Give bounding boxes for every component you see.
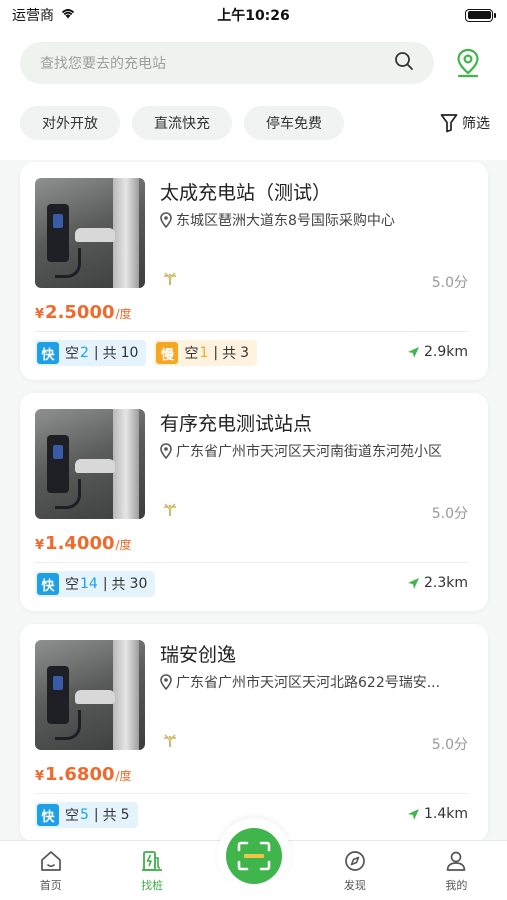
location-icon bbox=[160, 212, 172, 228]
station-rating: 5.0分 bbox=[431, 506, 468, 522]
station-photo bbox=[35, 640, 145, 750]
divider bbox=[35, 793, 468, 794]
search-icon[interactable] bbox=[394, 51, 414, 75]
charger-slots: 快 空 5 | 共 5 bbox=[35, 802, 138, 828]
divider bbox=[35, 562, 468, 563]
station-card[interactable]: 有序充电测试站点 广东省广州市天河区天河南街道东河苑小区 5.0分 ¥ 1.40… bbox=[20, 393, 488, 611]
sparkle-icon bbox=[160, 732, 180, 754]
search-input[interactable]: 查找您要去的充电站 bbox=[20, 42, 434, 84]
station-price: ¥ 2.5000 /度 bbox=[35, 302, 132, 323]
station-card[interactable]: 瑞安创逸 广东省广州市天河区天河北路622号瑞安... 5.0分 ¥ 1.680… bbox=[20, 624, 488, 842]
station-rating: 5.0分 bbox=[431, 737, 468, 753]
home-icon bbox=[40, 851, 61, 871]
station-photo bbox=[35, 178, 145, 288]
map-pin-icon bbox=[457, 48, 479, 78]
scan-icon bbox=[237, 841, 271, 871]
location-icon bbox=[160, 674, 172, 690]
station-name: 瑞安创逸 bbox=[160, 644, 237, 666]
station-photo bbox=[35, 409, 145, 519]
wifi-icon bbox=[60, 7, 76, 23]
map-location-button[interactable] bbox=[452, 46, 484, 80]
search-placeholder: 查找您要去的充电站 bbox=[40, 56, 166, 72]
navigation-arrow-icon bbox=[407, 346, 419, 358]
charger-slots: 快 空 14 | 共 30 bbox=[35, 571, 156, 597]
station-address: 广东省广州市天河区天河北路622号瑞安... bbox=[160, 672, 475, 692]
location-icon bbox=[160, 443, 172, 459]
sparkle-icon bbox=[160, 270, 180, 292]
station-distance: 2.9km bbox=[407, 344, 468, 360]
filter-button[interactable]: 筛选 bbox=[440, 113, 490, 133]
tab-find-charger[interactable]: 找桩 bbox=[101, 841, 202, 900]
slow-charger-slot: 慢 空 1 | 共 3 bbox=[154, 340, 258, 366]
funnel-icon bbox=[440, 114, 458, 133]
filter-chip-free-parking[interactable]: 停车免费 bbox=[244, 106, 344, 140]
station-card[interactable]: 太成充电站（测试） 东城区琶洲大道东8号国际采购中心 5.0分 ¥ 2.5000… bbox=[20, 162, 488, 380]
status-bar: 运营商 上午10:26 bbox=[0, 0, 507, 30]
charger-slots: 快 空 2 | 共 10 慢 空 1 | 共 3 bbox=[35, 340, 258, 366]
station-rating: 5.0分 bbox=[431, 275, 468, 291]
search-header: 查找您要去的充电站 对外开放 直流快充 停车免费 筛选 bbox=[0, 30, 507, 160]
fast-charger-slot: 快 空 2 | 共 10 bbox=[35, 340, 147, 366]
fast-badge: 快 bbox=[37, 342, 59, 364]
filter-label: 筛选 bbox=[462, 116, 490, 132]
tab-home[interactable]: 首页 bbox=[0, 841, 101, 900]
fast-charger-slot: 快 空 14 | 共 30 bbox=[35, 571, 156, 597]
tab-mine[interactable]: 我的 bbox=[406, 841, 507, 900]
filter-chip-open[interactable]: 对外开放 bbox=[20, 106, 120, 140]
scan-button[interactable] bbox=[226, 828, 282, 884]
station-price: ¥ 1.4000 /度 bbox=[35, 533, 132, 554]
filter-bar: 对外开放 直流快充 停车免费 筛选 bbox=[20, 106, 490, 140]
fast-badge: 快 bbox=[37, 804, 59, 826]
navigation-arrow-icon bbox=[407, 577, 419, 589]
fast-charger-slot: 快 空 5 | 共 5 bbox=[35, 802, 138, 828]
station-distance: 2.3km bbox=[407, 575, 468, 591]
station-name: 太成充电站（测试） bbox=[160, 182, 332, 204]
compass-icon bbox=[345, 851, 365, 871]
tab-discover[interactable]: 发现 bbox=[304, 841, 405, 900]
status-time: 上午10:26 bbox=[217, 8, 290, 24]
sparkle-icon bbox=[160, 501, 180, 523]
navigation-arrow-icon bbox=[407, 808, 419, 820]
divider bbox=[35, 331, 468, 332]
station-distance: 1.4km bbox=[407, 806, 468, 822]
station-price: ¥ 1.6800 /度 bbox=[35, 764, 132, 785]
station-address: 广东省广州市天河区天河南街道东河苑小区 bbox=[160, 441, 475, 461]
battery-icon bbox=[465, 8, 496, 22]
slow-badge: 慢 bbox=[156, 342, 179, 364]
station-address: 东城区琶洲大道东8号国际采购中心 bbox=[160, 210, 475, 230]
fast-badge: 快 bbox=[37, 573, 59, 595]
carrier-label: 运营商 bbox=[12, 8, 54, 24]
filter-chip-dc-fast[interactable]: 直流快充 bbox=[132, 106, 232, 140]
station-name: 有序充电测试站点 bbox=[160, 413, 313, 435]
charger-icon bbox=[142, 851, 163, 871]
user-icon bbox=[446, 851, 466, 871]
